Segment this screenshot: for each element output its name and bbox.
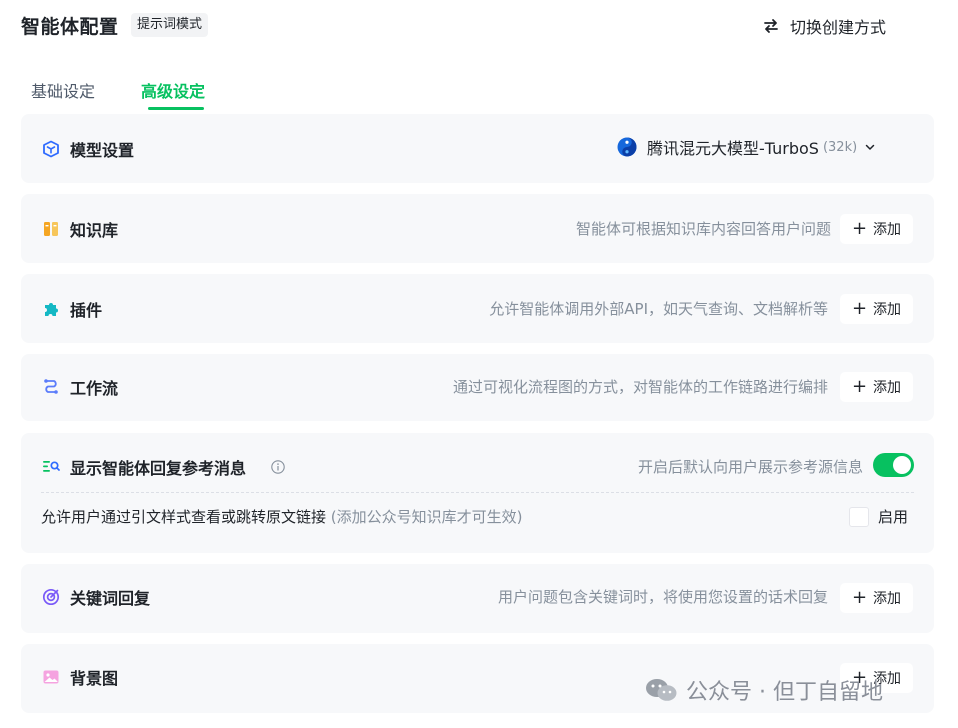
target-icon [42,588,60,606]
plugins-title: 插件 [70,301,103,320]
plugins-card: 插件 允许智能体调用外部API，如天气查询、文档解析等 + 添加 [21,274,934,343]
tab-bar: 基础设定 高级设定 [0,74,958,114]
workflow-icon [44,379,58,394]
reference-message-title: 显示智能体回复参考消息 [70,459,247,478]
wechat-icon [646,679,677,701]
add-workflow-button[interactable]: + 添加 [840,372,913,402]
model-settings-title: 模型设置 [70,141,135,160]
citation-option-note: (添加公众号知识库才可生效) [330,508,523,526]
citation-option-text: 允许用户通过引文样式查看或跳转原文链接 (添加公众号知识库才可生效) [41,506,523,527]
tab-advanced-settings[interactable]: 高级设定 [141,78,205,102]
hunyuan-logo-icon [617,137,637,157]
keyword-reply-title: 关键词回复 [70,589,151,608]
add-plugin-button[interactable]: + 添加 [840,294,913,324]
swap-arrows-icon [764,19,778,33]
watermark: 公众号 · 但丁自留地 [644,673,883,707]
watermark-text: 公众号 · 但丁自留地 [686,680,883,705]
header: 智能体配置 提示词模式 切换创建方式 [0,0,958,52]
reference-message-description: 开启后默认向用户展示参考源信息 [637,458,863,476]
plus-icon: + [851,218,868,239]
keyword-reply-card: 关键词回复 用户问题包含关键词时，将使用您设置的话术回复 + 添加 [21,564,934,633]
cube-icon [43,140,59,158]
puzzle-icon [45,303,58,316]
add-label: 添加 [873,302,902,318]
plus-icon: + [851,298,868,319]
switch-creation-mode-label: 切换创建方式 [790,18,887,37]
enable-citation-checkbox[interactable] [849,507,869,527]
toggle-knob [893,456,911,474]
image-icon [43,670,59,684]
chevron-down-icon [865,144,875,150]
reference-message-toggle[interactable] [873,453,914,477]
divider [41,492,914,493]
background-image-title: 背景图 [70,669,119,688]
workflow-card: 工作流 通过可视化流程图的方式，对智能体的工作链路进行编排 + 添加 [21,354,934,421]
add-label: 添加 [873,591,902,607]
add-label: 添加 [873,380,902,396]
knowledge-base-description: 智能体可根据知识库内容回答用户问题 [575,220,831,238]
plugins-description: 允许智能体调用外部API，如天气查询、文档解析等 [489,300,828,318]
switch-creation-mode-button[interactable]: 切换创建方式 [762,13,886,39]
workflow-description: 通过可视化流程图的方式，对智能体的工作链路进行编排 [452,378,828,396]
books-icon [44,222,58,236]
add-label: 添加 [873,222,902,238]
workflow-title: 工作流 [70,379,119,398]
knowledge-base-title: 知识库 [70,221,119,240]
citation-option-label: 允许用户通过引文样式查看或跳转原文链接 [41,508,327,526]
enable-citation-label[interactable]: 启用 [878,506,908,527]
model-selector[interactable]: 腾讯混元大模型-TurboS (32k) [617,133,875,161]
reference-message-card: 显示智能体回复参考消息 开启后默认向用户展示参考源信息 允许用户通过引文样式查看… [21,433,934,553]
mode-badge: 提示词模式 [131,13,209,37]
add-knowledge-base-button[interactable]: + 添加 [840,214,913,244]
keyword-reply-description: 用户问题包含关键词时，将使用您设置的话术回复 [497,588,828,606]
active-tab-indicator [148,107,204,110]
tab-basic-settings[interactable]: 基础设定 [31,78,95,102]
model-settings-card: 模型设置 腾讯混元大模型-TurboS (32k) [21,114,934,183]
model-name: 腾讯混元大模型-TurboS [647,139,819,158]
list-search-icon [43,461,60,472]
add-keyword-reply-button[interactable]: + 添加 [840,583,913,613]
model-context-size: (32k) [822,139,858,155]
plus-icon: + [851,587,868,608]
page-title: 智能体配置 [21,16,119,38]
knowledge-base-card: 知识库 智能体可根据知识库内容回答用户问题 + 添加 [21,194,934,263]
plus-icon: + [851,376,868,397]
info-icon[interactable] [271,460,285,474]
